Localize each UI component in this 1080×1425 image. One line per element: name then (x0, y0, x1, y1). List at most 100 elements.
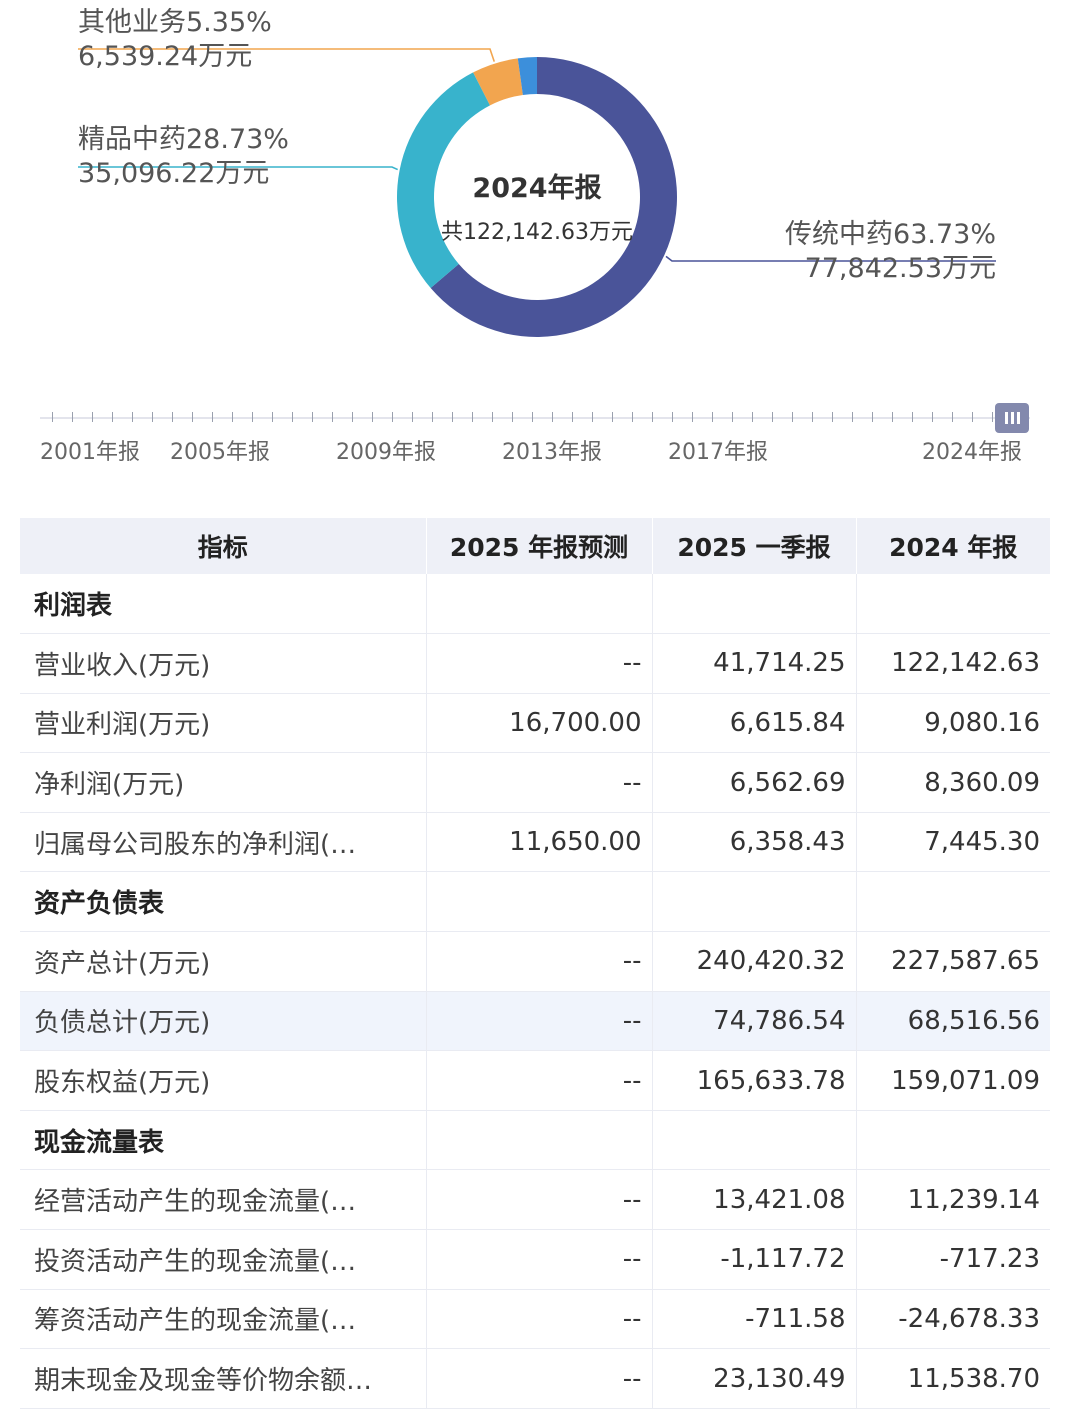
row-value-cell: -- (426, 1348, 653, 1409)
row-indicator-cell: 营业收入(万元) (20, 633, 427, 694)
row-value-cell (856, 574, 1050, 635)
grip-line (1016, 412, 1020, 424)
timeline-tick (252, 412, 253, 422)
row-value-cell: 11,650.00 (426, 812, 653, 873)
timeline-tick (212, 412, 213, 422)
header-indicator: 指标 (20, 518, 427, 574)
slice-label-other: 其他业务5.35% 6,539.24万元 (78, 6, 272, 74)
row-value-cell: -- (426, 1289, 653, 1350)
table-row: 负债总计(万元) -- 74,786.54 68,516.56 (20, 991, 1050, 1052)
row-indicator-cell: 股东权益(万元) (20, 1050, 427, 1111)
table-row: 经营活动产生的现金流量(… -- 13,421.08 11,239.14 (20, 1169, 1050, 1231)
timeline-label[interactable]: 2009年报 (336, 434, 436, 466)
timeline-tick (432, 412, 433, 422)
row-value-cell: 74,786.54 (652, 991, 857, 1052)
grip-line (1010, 412, 1014, 424)
timeline-tick (712, 412, 713, 422)
timeline-tick (112, 412, 113, 422)
row-value-cell: 8,360.09 (856, 752, 1050, 813)
table-section-row: 资产负债表 (20, 871, 1050, 933)
timeline-label[interactable]: 2013年报 (502, 434, 602, 466)
timeline-tick (972, 412, 973, 422)
timeline-tick (932, 412, 933, 422)
timeline-tick (692, 412, 693, 422)
report-timeline[interactable]: 2001年报 2005年报 2009年报 2013年报 2017年报 2024年… (40, 400, 1040, 470)
timeline-track[interactable] (40, 417, 1030, 419)
row-value-cell: 13,421.08 (652, 1169, 857, 1231)
timeline-tick (352, 412, 353, 422)
header-2025-forecast: 2025 年报预测 (426, 518, 653, 574)
timeline-tick (792, 412, 793, 422)
row-value-cell: -24,678.33 (856, 1289, 1050, 1350)
timeline-tick (672, 412, 673, 422)
timeline-tick (152, 412, 153, 422)
slice-value-traditional: 77,842.53万元 (804, 253, 996, 284)
row-value-cell (426, 1110, 653, 1171)
row-value-cell: 6,358.43 (652, 812, 857, 873)
row-value-cell (426, 574, 653, 635)
financial-summary-table: 指标 2025 年报预测 2025 一季报 2024 年报 利润表 营业收入(万元… (20, 518, 1050, 1409)
timeline-tick (132, 412, 133, 422)
row-indicator-cell: 营业利润(万元) (20, 693, 427, 754)
timeline-tick (872, 412, 873, 422)
slice-value-premium: 35,096.22万元 (78, 158, 270, 189)
row-value-cell: 159,071.09 (856, 1050, 1050, 1111)
table-row: 归属母公司股东的净利润(… 11,650.00 6,358.43 7,445.30 (20, 812, 1050, 873)
slice-pct-other: 其他业务5.35% (78, 7, 272, 38)
header-2024-annual: 2024 年报 (856, 518, 1050, 574)
timeline-label[interactable]: 2001年报 (40, 434, 140, 466)
timeline-tick (892, 412, 893, 422)
row-value-cell: 68,516.56 (856, 991, 1050, 1052)
row-value-cell: -- (426, 633, 653, 694)
table-row: 资产总计(万元) -- 240,420.32 227,587.65 (20, 931, 1050, 992)
table-body: 利润表 营业收入(万元) -- 41,714.25 122,142.63 营业利润(万元)… (20, 574, 1050, 1409)
timeline-tick (732, 412, 733, 422)
timeline-tick (452, 412, 453, 422)
row-indicator-cell: 现金流量表 (20, 1110, 427, 1171)
row-value-cell: -- (426, 931, 653, 992)
timeline-label[interactable]: 2017年报 (668, 434, 768, 466)
timeline-tick (652, 412, 653, 422)
timeline-tick (992, 412, 993, 422)
row-value-cell: -- (426, 1229, 653, 1290)
timeline-tick (232, 412, 233, 422)
timeline-tick (612, 412, 613, 422)
table-header-row: 指标 2025 年报预测 2025 一季报 2024 年报 (20, 518, 1050, 574)
table-row: 营业收入(万元) -- 41,714.25 122,142.63 (20, 633, 1050, 694)
slice-pct-traditional: 传统中药63.73% (785, 219, 996, 250)
timeline-tick (472, 412, 473, 422)
timeline-tick (72, 412, 73, 422)
row-value-cell: 16,700.00 (426, 693, 653, 754)
timeline-tick (912, 412, 913, 422)
row-value-cell: 122,142.63 (856, 633, 1050, 694)
timeline-tick (392, 412, 393, 422)
table-row: 筹资活动产生的现金流量(… -- -711.58 -24,678.33 (20, 1289, 1050, 1350)
table-row: 期末现金及现金等价物余额… -- 23,130.49 11,538.70 (20, 1348, 1050, 1409)
timeline-tick (492, 412, 493, 422)
timeline-tick (172, 412, 173, 422)
row-value-cell (426, 871, 653, 933)
timeline-tick (92, 412, 93, 422)
timeline-tick (292, 412, 293, 422)
table-row: 净利润(万元) -- 6,562.69 8,360.09 (20, 752, 1050, 813)
row-value-cell (652, 871, 857, 933)
table-row: 股东权益(万元) -- 165,633.78 159,071.09 (20, 1050, 1050, 1111)
row-value-cell: -- (426, 1169, 653, 1231)
row-value-cell: -- (426, 752, 653, 813)
timeline-tick (832, 412, 833, 422)
timeline-tick (372, 412, 373, 422)
timeline-tick (772, 412, 773, 422)
row-value-cell: -711.58 (652, 1289, 857, 1350)
timeline-label[interactable]: 2005年报 (170, 434, 270, 466)
timeline-tick (332, 412, 333, 422)
donut-center-total: 共122,142.63万元 (387, 214, 687, 246)
revenue-donut-chart: 其他业务5.35% 6,539.24万元 精品中药28.73% 35,096.2… (0, 0, 1080, 380)
donut-center-title: 2024年报 (472, 173, 602, 204)
row-value-cell (652, 1110, 857, 1171)
timeline-label-selected[interactable]: 2024年报 (922, 434, 1022, 466)
table-section-row: 现金流量表 (20, 1110, 1050, 1171)
timeline-tick (552, 412, 553, 422)
row-indicator-cell: 投资活动产生的现金流量(… (20, 1229, 427, 1290)
timeline-tick (512, 412, 513, 422)
timeline-handle[interactable] (995, 403, 1029, 433)
